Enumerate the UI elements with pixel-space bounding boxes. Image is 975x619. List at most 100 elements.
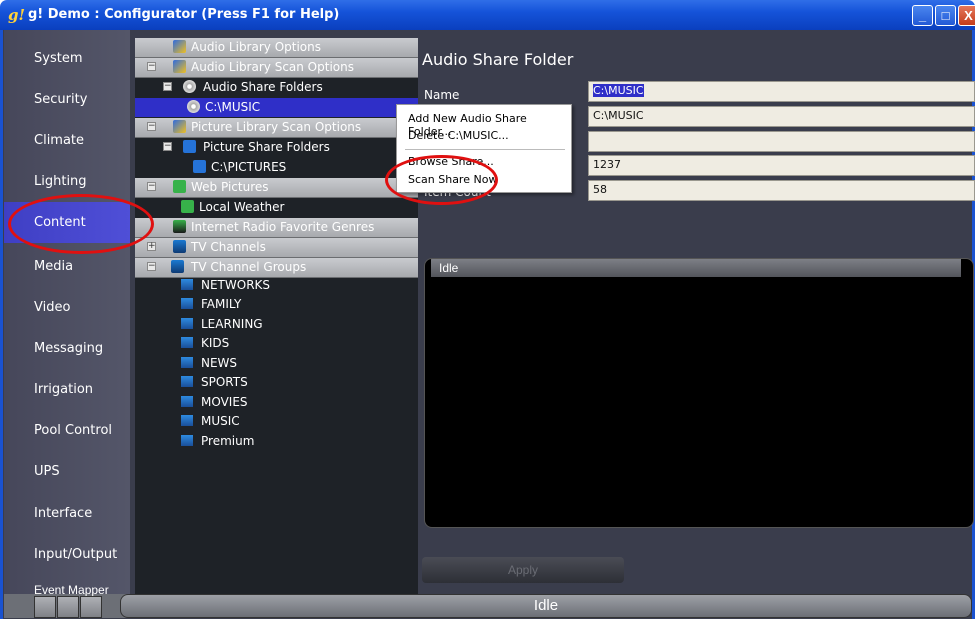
tree-item-tv-group[interactable]: SPORTS [135, 373, 418, 392]
sidebar-item-label: Content [34, 215, 86, 230]
path-field[interactable]: C:\MUSIC [588, 106, 975, 127]
tree-item-tv-group[interactable]: Premium [135, 432, 418, 451]
sidebar-item-label: Climate [34, 133, 85, 148]
picture-folder-icon [193, 160, 206, 173]
tree-item-tv-group[interactable]: FAMILY [135, 295, 418, 314]
tree-item-local-weather[interactable]: Local Weather [135, 198, 418, 217]
tree-item-label: Audio Library Options [191, 40, 321, 54]
description-field[interactable] [588, 131, 975, 152]
sidebar-item-ups[interactable]: UPS [4, 451, 130, 492]
tree-item-tv-channel-groups[interactable]: − TV Channel Groups [135, 258, 418, 278]
item-count-field-value: 58 [593, 183, 607, 196]
menu-item-browse-share[interactable]: Browse Share... [408, 155, 494, 168]
sidebar-item-label: Media [34, 259, 74, 274]
tv-group-icon [181, 415, 193, 426]
app-logo-icon: g! [8, 6, 26, 24]
tree-item-picture-library-scan-options[interactable]: − Picture Library Scan Options [135, 118, 418, 138]
path-field-value: C:\MUSIC [593, 109, 644, 122]
sidebar-item-climate[interactable]: Climate [4, 120, 130, 161]
tree-item-c-pictures[interactable]: C:\PICTURES [135, 158, 418, 177]
window-title: g! Demo : Configurator (Press F1 for Hel… [28, 7, 340, 22]
sidebar-item-input-output[interactable]: Input/Output [4, 534, 130, 575]
maximize-button[interactable]: □ [935, 5, 956, 26]
sidebar-item-label: Messaging [34, 341, 104, 356]
tree-item-tv-group[interactable]: MOVIES [135, 393, 418, 412]
close-button[interactable]: X [958, 5, 975, 26]
tree-item-internet-radio-favorite-genres[interactable]: Internet Radio Favorite Genres [135, 218, 418, 238]
tree-item-audio-library-scan-options[interactable]: − Audio Library Scan Options [135, 58, 418, 78]
minimize-icon: _ [918, 8, 927, 23]
collapse-icon[interactable]: − [147, 262, 156, 271]
name-label: Name [424, 88, 460, 102]
apply-button[interactable]: Apply [422, 557, 624, 583]
name-field[interactable]: C:\MUSIC [588, 81, 975, 102]
sidebar-item-lighting[interactable]: Lighting [4, 161, 130, 202]
tree-item-label: Picture Library Scan Options [191, 120, 362, 134]
audio-library-icon [173, 40, 186, 53]
tree-item-audio-library-options[interactable]: Audio Library Options [135, 38, 418, 58]
tree-item-c-music[interactable]: C:\MUSIC [135, 98, 418, 117]
sidebar-item-pool-control[interactable]: Pool Control [4, 410, 130, 451]
sidebar-item-media[interactable]: Media [4, 246, 130, 287]
tree-item-label: TV Channel Groups [191, 260, 307, 274]
corner-button[interactable] [57, 596, 79, 618]
collapse-icon[interactable]: − [163, 82, 172, 91]
tv-group-icon [181, 318, 193, 329]
maximize-icon: □ [941, 8, 950, 23]
sidebar-item-label: Lighting [34, 174, 87, 189]
tree-item-web-pictures[interactable]: − Web Pictures [135, 178, 418, 198]
menu-item-scan-share-now[interactable]: Scan Share Now [408, 173, 497, 186]
tv-group-icon [181, 357, 193, 368]
tv-icon [171, 260, 184, 273]
collapse-icon[interactable]: − [147, 182, 156, 191]
title-bar[interactable]: g! g! Demo : Configurator (Press F1 for … [0, 0, 975, 30]
sidebar-item-video[interactable]: Video [4, 287, 130, 328]
collapse-icon[interactable]: − [147, 122, 156, 131]
menu-item-delete-share[interactable]: Delete C:\MUSIC... [408, 129, 509, 142]
log-header: Idle [431, 259, 961, 277]
sidebar-item-system[interactable]: System [4, 38, 130, 79]
tree-item-tv-group[interactable]: NEWS [135, 354, 418, 373]
sidebar-item-messaging[interactable]: Messaging [4, 328, 130, 369]
sidebar-item-label: Interface [34, 506, 93, 521]
sidebar-item-security[interactable]: Security [4, 79, 130, 120]
sidebar-item-interface[interactable]: Interface [4, 493, 130, 534]
picture-library-icon [173, 120, 186, 133]
audio-library-icon [173, 60, 186, 73]
tree-item-label: NEWS [201, 356, 238, 370]
corner-button[interactable] [34, 596, 56, 618]
scan-total-field[interactable]: 1237 [588, 155, 975, 176]
sidebar-item-content[interactable]: Content [4, 202, 130, 243]
tv-group-icon [181, 337, 193, 348]
tree-item-tv-group[interactable]: NETWORKS [135, 276, 418, 295]
item-count-field[interactable]: 58 [588, 180, 975, 201]
collapse-icon[interactable]: − [147, 62, 156, 71]
sidebar-item-irrigation[interactable]: Irrigation [4, 369, 130, 410]
tree-item-label: Audio Library Scan Options [191, 60, 354, 74]
close-icon: X [964, 8, 973, 23]
tree-item-picture-share-folders[interactable]: − Picture Share Folders [135, 138, 418, 157]
tv-group-icon [181, 279, 193, 290]
expand-icon[interactable]: + [147, 242, 156, 251]
tv-group-icon [181, 376, 193, 387]
tv-group-icon [181, 298, 193, 309]
tree-item-tv-group[interactable]: LEARNING [135, 315, 418, 334]
minimize-button[interactable]: _ [912, 5, 933, 26]
tree-item-audio-share-folders[interactable]: − Audio Share Folders [135, 78, 418, 97]
tv-group-icon [181, 396, 193, 407]
tree-item-label: Internet Radio Favorite Genres [191, 220, 375, 234]
tv-icon [173, 240, 186, 253]
tree-item-label: Local Weather [199, 200, 285, 214]
corner-button[interactable] [80, 596, 102, 618]
collapse-icon[interactable]: − [163, 142, 172, 151]
sidebar-item-label: UPS [34, 464, 60, 479]
picture-folder-icon [183, 140, 196, 153]
cd-icon [187, 100, 200, 113]
tree-item-label: KIDS [201, 336, 230, 350]
tree-item-tv-channels[interactable]: + TV Channels [135, 238, 418, 258]
sidebar: System Security Climate Lighting Content… [4, 30, 130, 596]
tree-item-tv-group[interactable]: MUSIC [135, 412, 418, 431]
tree-item-tv-group[interactable]: KIDS [135, 334, 418, 353]
content-tree: Audio Library Options − Audio Library Sc… [135, 38, 418, 594]
sidebar-item-event-mapper[interactable]: Event Mapper [34, 583, 109, 597]
